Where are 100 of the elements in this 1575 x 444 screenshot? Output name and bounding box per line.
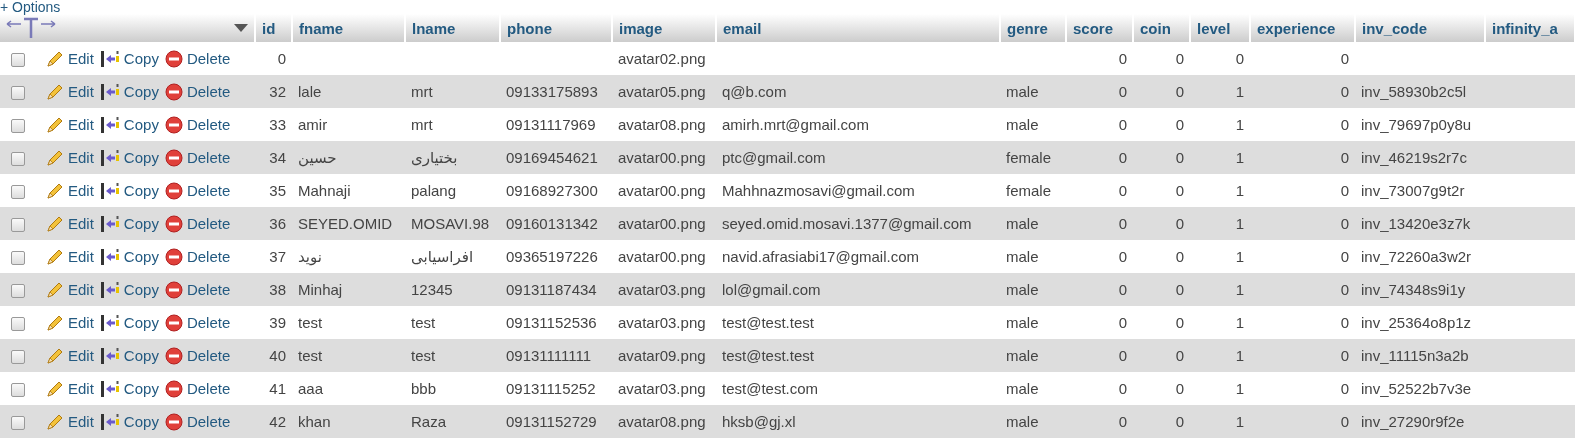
edit-link[interactable]: Edit [46, 280, 94, 299]
table-cell: 09160131342 [506, 215, 598, 232]
table-cell: test [298, 347, 323, 364]
insert-row-icon [99, 247, 120, 266]
table-cell: 09169454621 [506, 149, 598, 166]
table-cell: 09131117969 [506, 116, 596, 133]
table-cell: avatar09.png [618, 347, 706, 364]
table-cell: بختیاری [411, 148, 458, 166]
table-cell: avatar03.png [618, 281, 706, 298]
delete-link[interactable]: Delete [164, 115, 231, 134]
copy-link[interactable]: Copy [99, 247, 159, 266]
column-header[interactable]: phone [500, 14, 612, 42]
table-cell: 1 [1235, 83, 1244, 100]
delete-link[interactable]: Delete [164, 313, 231, 332]
edit-link[interactable]: Edit [46, 313, 94, 332]
column-header[interactable]: level [1190, 14, 1250, 42]
table-cell: hksb@gj.xl [722, 413, 796, 430]
delete-link[interactable]: Delete [164, 247, 231, 266]
edit-link[interactable]: Edit [46, 82, 94, 101]
delete-link[interactable]: Delete [164, 214, 231, 233]
copy-link[interactable]: Copy [99, 82, 159, 101]
delete-link[interactable]: Delete [164, 379, 231, 398]
column-header[interactable]: email [716, 14, 1000, 42]
delete-link[interactable]: Delete [164, 49, 231, 68]
column-header[interactable]: infinity_a [1485, 14, 1575, 42]
delete-icon [164, 346, 183, 365]
copy-link[interactable]: Copy [99, 346, 159, 365]
table-cell: test@test.test [722, 347, 814, 364]
row-checkbox[interactable] [11, 218, 25, 232]
delete-link[interactable]: Delete [164, 412, 231, 431]
column-header[interactable]: image [612, 14, 716, 42]
column-header[interactable]: experience [1250, 14, 1355, 42]
copy-link[interactable]: Copy [99, 280, 159, 299]
copy-link[interactable]: Copy [99, 115, 159, 134]
pencil-icon [46, 181, 64, 200]
dropdown-caret-icon[interactable] [234, 24, 248, 32]
table-cell: 0 [1118, 347, 1127, 364]
table-cell: avatar03.png [618, 314, 706, 331]
copy-link[interactable]: Copy [99, 181, 159, 200]
insert-row-icon [99, 379, 120, 398]
insert-row-icon [99, 280, 120, 299]
copy-link[interactable]: Copy [99, 313, 159, 332]
table-cell: navid.afrasiabi17@gmail.com [722, 248, 919, 265]
table-cell: SEYED.OMID [298, 215, 393, 232]
edit-link[interactable]: Edit [46, 379, 94, 398]
row-checkbox[interactable] [11, 317, 25, 331]
copy-link[interactable]: Copy [99, 49, 159, 68]
copy-link[interactable]: Copy [99, 214, 159, 233]
column-header[interactable]: inv_code [1355, 14, 1485, 42]
copy-link[interactable]: Copy [99, 379, 159, 398]
delete-link[interactable]: Delete [164, 82, 231, 101]
delete-link[interactable]: Delete [164, 280, 231, 299]
table-cell: 0 [1340, 380, 1349, 397]
row-checkbox[interactable] [11, 185, 25, 199]
edit-link[interactable]: Edit [46, 115, 94, 134]
column-header[interactable]: genre [1000, 14, 1066, 42]
row-checkbox[interactable] [11, 383, 25, 397]
edit-link[interactable]: Edit [46, 49, 94, 68]
row-checkbox[interactable] [11, 284, 25, 298]
column-header[interactable]: coin [1133, 14, 1190, 42]
table-cell: 1 [1235, 380, 1244, 397]
column-header[interactable]: score [1066, 14, 1133, 42]
insert-row-icon [99, 214, 120, 233]
table-cell: 0 [1118, 281, 1127, 298]
table-cell: 0 [1340, 182, 1349, 199]
table-cell: 0 [1340, 50, 1349, 67]
row-checkbox[interactable] [11, 53, 25, 67]
edit-link[interactable]: Edit [46, 412, 94, 431]
table-cell: male [1006, 215, 1039, 232]
row-checkbox[interactable] [11, 119, 25, 133]
options-link[interactable]: + Options [0, 0, 61, 14]
copy-link[interactable]: Copy [99, 412, 159, 431]
table-cell: test [411, 314, 436, 331]
delete-link[interactable]: Delete [164, 148, 231, 167]
delete-link[interactable]: Delete [164, 346, 231, 365]
table-cell: 09131152536 [506, 314, 597, 331]
row-checkbox[interactable] [11, 86, 25, 100]
delete-link[interactable]: Delete [164, 181, 231, 200]
pencil-icon [46, 247, 64, 266]
delete-icon [164, 115, 183, 134]
column-header[interactable]: id [255, 14, 292, 42]
edit-link[interactable]: Edit [46, 214, 94, 233]
delete-icon [164, 214, 183, 233]
row-checkbox[interactable] [11, 152, 25, 166]
row-checkbox[interactable] [11, 251, 25, 265]
copy-link[interactable]: Copy [99, 148, 159, 167]
table-cell: Mahnaji [298, 182, 351, 199]
edit-link[interactable]: Edit [46, 181, 94, 200]
edit-link[interactable]: Edit [46, 247, 94, 266]
table-cell: male [1006, 413, 1039, 430]
column-header[interactable]: lname [405, 14, 500, 42]
table-cell: avatar00.png [618, 215, 706, 232]
table-cell: 34 [269, 149, 286, 166]
edit-link[interactable]: Edit [46, 148, 94, 167]
row-checkbox[interactable] [11, 416, 25, 430]
edit-link[interactable]: Edit [46, 346, 94, 365]
column-header[interactable]: fname [292, 14, 405, 42]
table-cell: avatar00.png [618, 149, 706, 166]
table-cell: 0 [1340, 149, 1349, 166]
row-checkbox[interactable] [11, 350, 25, 364]
